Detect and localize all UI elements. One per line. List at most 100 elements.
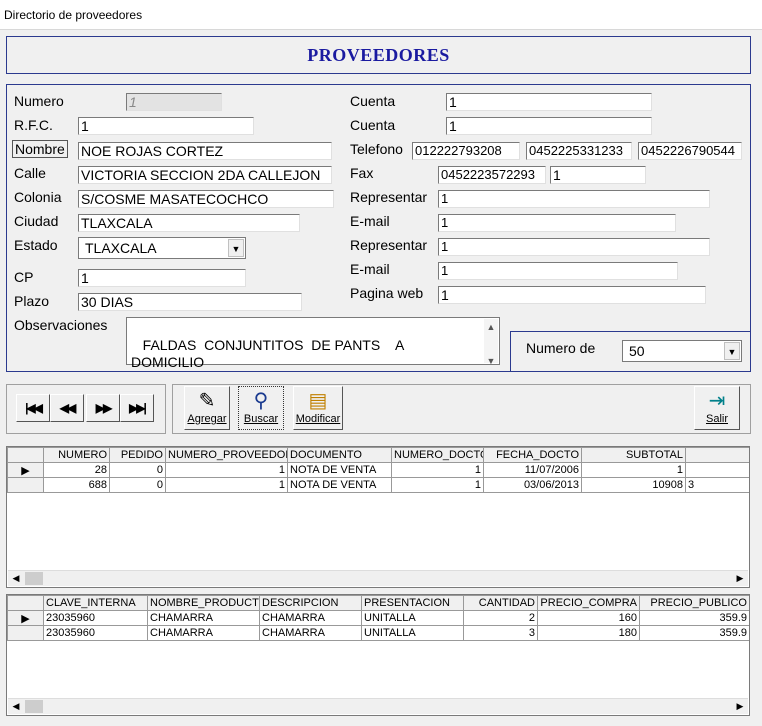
agregar-button[interactable]: ✎ Agregar	[184, 386, 230, 430]
previous-record-button[interactable]: ◀◀	[50, 394, 84, 422]
column-header[interactable]: CLAVE_INTERNA	[43, 595, 148, 611]
table-cell[interactable]: 0	[109, 462, 166, 478]
cuenta1-field[interactable]: 1	[446, 93, 652, 111]
agregar-label: Agregar	[187, 413, 227, 425]
table-cell[interactable]: 3	[463, 625, 538, 641]
table-cell[interactable]: 1	[391, 462, 484, 478]
plazo-field[interactable]: 30 DIAS	[78, 293, 302, 311]
table-cell[interactable]: 688	[43, 477, 110, 493]
table-cell[interactable]: NOTA DE VENTA	[287, 462, 392, 478]
column-header[interactable]: PRECIO_PUBLICO	[639, 595, 749, 611]
scroll-left-icon[interactable]: ◀	[8, 571, 24, 586]
chevron-down-icon[interactable]: ▼	[228, 239, 244, 257]
column-header[interactable]: NOMBRE_PRODUCTO	[147, 595, 260, 611]
table-cell[interactable]: UNITALLA	[361, 625, 464, 641]
table-cell[interactable]: 0	[109, 477, 166, 493]
last-record-button[interactable]: ▶▶|	[120, 394, 154, 422]
table-row[interactable]: 23035960 CHAMARRA CHAMARRA UNITALLA 3 18…	[7, 625, 749, 641]
next-record-button[interactable]: ▶▶	[86, 394, 120, 422]
column-header[interactable]: NUMERO_PROVEEDOR	[165, 447, 288, 463]
table-cell[interactable]: 1	[165, 477, 288, 493]
scroll-thumb[interactable]	[25, 572, 43, 585]
colonia-field[interactable]: S/COSME MASATECOCHCO	[78, 190, 334, 208]
products-grid[interactable]: CLAVE_INTERNA NOMBRE_PRODUCTO DESCRIPCIO…	[6, 594, 750, 716]
observaciones-field[interactable]: FALDAS CONJUNTITOS DE PANTS A DOMICILIO …	[126, 317, 500, 370]
table-cell[interactable]: 3	[685, 477, 749, 493]
table-cell[interactable]: CHAMARRA	[259, 625, 362, 641]
representar1-field[interactable]: 1	[438, 190, 710, 208]
telefono2-field[interactable]: 0452225331233	[526, 142, 632, 160]
estado-select[interactable]: TLAXCALA ▼	[78, 237, 246, 259]
table-cell[interactable]	[685, 462, 749, 478]
table-cell[interactable]: 2	[463, 610, 538, 626]
first-record-button[interactable]: |◀◀	[16, 394, 50, 422]
pagina-web-field[interactable]: 1	[438, 286, 706, 304]
scroll-thumb[interactable]	[25, 700, 43, 713]
column-header[interactable]: CANTIDAD	[463, 595, 538, 611]
buscar-button[interactable]: ⚲ Buscar	[238, 386, 284, 430]
colonia-label: Colonia	[14, 189, 62, 205]
table-cell[interactable]: CHAMARRA	[259, 610, 362, 626]
numero-de-select[interactable]: 50 ▼	[622, 340, 742, 362]
modificar-button[interactable]: ▤ Modificar	[293, 386, 343, 430]
table-cell[interactable]: 1	[165, 462, 288, 478]
rfc-field[interactable]: 1	[78, 117, 254, 135]
ciudad-field[interactable]: TLAXCALA	[78, 214, 300, 232]
observaciones-label: Observaciones	[14, 317, 108, 333]
table-cell[interactable]: 28	[43, 462, 110, 478]
column-header[interactable]: SUBTOTAL	[581, 447, 686, 463]
table-cell[interactable]: 359.9	[639, 610, 749, 626]
table-cell[interactable]: 359.9	[639, 625, 749, 641]
documents-grid[interactable]: NUMERO PEDIDO NUMERO_PROVEEDOR DOCUMENTO…	[6, 446, 750, 588]
fax2-field[interactable]: 1	[550, 166, 646, 184]
table-cell[interactable]: NOTA DE VENTA	[287, 477, 392, 493]
nombre-label-button[interactable]: Nombre	[12, 140, 68, 158]
calle-field[interactable]: VICTORIA SECCION 2DA CALLEJON	[78, 166, 332, 184]
estado-label: Estado	[14, 237, 58, 253]
table-cell[interactable]: 23035960	[43, 625, 148, 641]
representar1-label: Representar	[350, 189, 428, 205]
column-header[interactable]: PEDIDO	[109, 447, 166, 463]
table-row[interactable]: 688 0 1 NOTA DE VENTA 1 03/06/2013 10908…	[7, 477, 749, 493]
table-cell[interactable]: CHAMARRA	[147, 625, 260, 641]
telefono1-field[interactable]: 012222793208	[412, 142, 520, 160]
table-cell[interactable]: 11/07/2006	[483, 462, 582, 478]
email2-field[interactable]: 1	[438, 262, 678, 280]
table-row[interactable]: ▶ 23035960 CHAMARRA CHAMARRA UNITALLA 2 …	[7, 610, 749, 626]
column-header[interactable]: FECHA_DOCTO	[483, 447, 582, 463]
memo-scrollbar[interactable]: ▲ ▼	[484, 319, 498, 366]
scroll-right-icon[interactable]: ▶	[732, 699, 748, 714]
telefono3-field[interactable]: 0452226790544	[638, 142, 742, 160]
fax1-field[interactable]: 0452223572293	[438, 166, 546, 184]
email1-field[interactable]: 1	[438, 214, 676, 232]
horizontal-scrollbar[interactable]: ◀ ▶	[8, 570, 748, 586]
table-cell[interactable]: 10908	[581, 477, 686, 493]
table-cell[interactable]: CHAMARRA	[147, 610, 260, 626]
column-header[interactable]: NUMERO	[43, 447, 110, 463]
chevron-down-icon[interactable]: ▼	[724, 342, 740, 360]
column-header[interactable]: DESCRIPCION	[259, 595, 362, 611]
table-cell[interactable]: 03/06/2013	[483, 477, 582, 493]
table-cell[interactable]: 160	[537, 610, 640, 626]
table-cell[interactable]: 1	[391, 477, 484, 493]
representar2-field[interactable]: 1	[438, 238, 710, 256]
column-header[interactable]: NUMERO_DOCTO	[391, 447, 484, 463]
scroll-left-icon[interactable]: ◀	[8, 699, 24, 714]
scroll-right-icon[interactable]: ▶	[732, 571, 748, 586]
table-cell[interactable]: 23035960	[43, 610, 148, 626]
column-header[interactable]: PRECIO_COMPRA	[537, 595, 640, 611]
cp-field[interactable]: 1	[78, 269, 246, 287]
table-cell[interactable]: 180	[537, 625, 640, 641]
column-header[interactable]: DOCUMENTO	[287, 447, 392, 463]
row-indicator	[7, 477, 44, 493]
table-cell[interactable]: 1	[581, 462, 686, 478]
column-header[interactable]: PRESENTACION	[361, 595, 464, 611]
nombre-field[interactable]: NOE ROJAS CORTEZ	[78, 142, 332, 160]
horizontal-scrollbar[interactable]: ◀ ▶	[8, 698, 748, 714]
cuenta2-field[interactable]: 1	[446, 117, 652, 135]
table-cell[interactable]: UNITALLA	[361, 610, 464, 626]
salir-button[interactable]: ⇥ Salir	[694, 386, 740, 430]
fax-label: Fax	[350, 165, 374, 181]
row-indicator-header	[7, 447, 44, 463]
table-row[interactable]: ▶ 28 0 1 NOTA DE VENTA 1 11/07/2006 1	[7, 462, 749, 478]
